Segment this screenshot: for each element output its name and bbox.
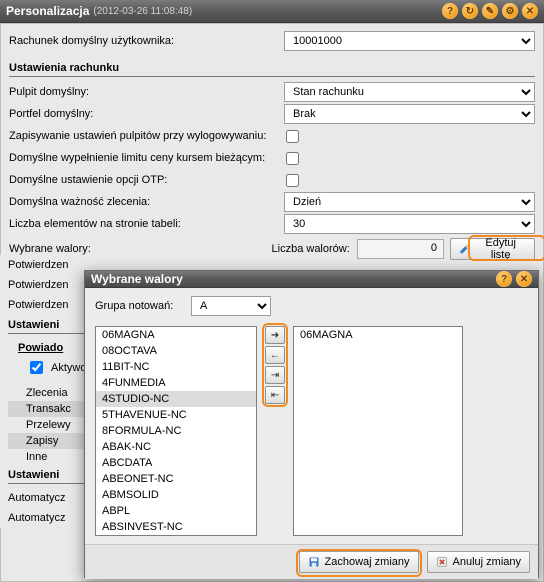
auto-row-1: Automatycz <box>8 488 84 508</box>
window-titlebar: Personalizacja (2012-03-26 11:08:48) ? ↻… <box>0 0 544 23</box>
edit-icon <box>459 243 470 255</box>
available-item[interactable]: 4STUDIO-NC <box>96 391 256 407</box>
settings-icon[interactable]: ⚙ <box>502 3 518 19</box>
cancel-changes-button[interactable]: Anuluj zmiany <box>427 551 530 573</box>
reload-icon[interactable]: ↻ <box>462 3 478 19</box>
aktywo-checkbox[interactable] <box>30 361 43 374</box>
save-changes-label: Zachowaj zmiany <box>325 556 410 568</box>
available-item[interactable]: ABPL <box>96 503 256 519</box>
available-item[interactable]: 5THAVENUE-NC <box>96 407 256 423</box>
dialog-close-icon[interactable]: ✕ <box>516 271 532 287</box>
available-item[interactable]: ABMSOLID <box>96 487 256 503</box>
otp-checkbox[interactable] <box>286 174 299 187</box>
confirm-row-2: Potwierdzen <box>8 275 84 295</box>
cancel-icon <box>436 556 448 568</box>
instrument-count-label: Liczba walorów: <box>272 243 358 255</box>
tool-icon[interactable]: ✎ <box>482 3 498 19</box>
save-icon <box>308 556 320 568</box>
save-views-checkbox[interactable] <box>286 130 299 143</box>
available-item[interactable]: ABSINVEST-NC <box>96 519 256 535</box>
available-item[interactable]: 11BIT-NC <box>96 359 256 375</box>
window-timestamp: (2012-03-26 11:08:48) <box>93 6 192 17</box>
available-item[interactable]: 08OCTAVA <box>96 343 256 359</box>
pulpit-label: Pulpit domyślny: <box>9 86 284 98</box>
mover-buttons: ➔ ← ⇥ ⇤ <box>265 326 285 536</box>
available-item[interactable]: 06MAGNA <box>96 327 256 343</box>
available-item[interactable]: 4FUNMEDIA <box>96 375 256 391</box>
otp-label: Domyślne ustawienie opcji OTP: <box>9 174 284 186</box>
dialog-help-icon[interactable]: ? <box>496 271 512 287</box>
page-size-label: Liczba elementów na stronie tabeli: <box>9 218 284 230</box>
selected-listbox[interactable]: 06MAGNA <box>293 326 463 536</box>
confirm-row-1: Potwierdzen <box>8 255 84 275</box>
available-listbox[interactable]: 06MAGNA08OCTAVA11BIT-NC4FUNMEDIA4STUDIO-… <box>95 326 257 536</box>
edit-list-label: Edytuj listę <box>475 237 526 261</box>
limit-fill-label: Domyślne wypełnienie limitu ceny kursem … <box>9 152 284 164</box>
selected-instruments-dialog: Wybrane walory ? ✕ Grupa notowań: A 06MA… <box>84 270 539 578</box>
notify-subtitle: Powiado <box>8 338 84 356</box>
selected-instruments-label: Wybrane walory: <box>9 243 272 255</box>
section-auto-clipped: Ustawieni <box>8 465 84 484</box>
move-left-button[interactable]: ← <box>265 346 285 364</box>
confirm-row-3: Potwierdzen <box>8 295 84 315</box>
portfel-select[interactable]: Brak <box>284 104 535 124</box>
default-account-select[interactable]: 10001000 <box>284 31 535 51</box>
limit-fill-checkbox[interactable] <box>286 152 299 165</box>
group-label: Grupa notowań: <box>95 300 191 312</box>
notify-item-1: Transakc <box>8 401 84 417</box>
default-account-label: Rachunek domyślny użytkownika: <box>9 35 284 47</box>
section-notify-clipped: Ustawieni <box>8 315 84 334</box>
cancel-changes-label: Anuluj zmiany <box>453 556 521 568</box>
available-item[interactable]: ABEONET-NC <box>96 471 256 487</box>
notify-item-0: Zlecenia <box>8 385 84 401</box>
available-item[interactable]: ABCDATA <box>96 455 256 471</box>
close-icon[interactable]: ✕ <box>522 3 538 19</box>
notify-item-2: Przelewy <box>8 417 84 433</box>
notify-item-4: Inne <box>8 449 84 465</box>
aktywo-label: Aktywo <box>51 362 86 374</box>
portfel-label: Portfel domyślny: <box>9 108 284 120</box>
selected-item[interactable]: 06MAGNA <box>294 327 462 343</box>
dialog-titlebar: Wybrane walory ? ✕ <box>85 271 538 288</box>
window-title: Personalizacja <box>6 4 89 18</box>
left-clipped-panel: Potwierdzen Potwierdzen Potwierdzen Usta… <box>0 255 84 528</box>
available-item[interactable]: ABAK-NC <box>96 439 256 455</box>
move-all-right-button[interactable]: ⇥ <box>265 366 285 384</box>
group-select[interactable]: A <box>191 296 271 316</box>
save-changes-button[interactable]: Zachowaj zmiany <box>299 551 419 573</box>
help-icon[interactable]: ? <box>442 3 458 19</box>
instrument-count-value: 0 <box>357 239 444 259</box>
notify-item-3: Zapisy <box>8 433 84 449</box>
save-views-label: Zapisywanie ustawień pulpitów przy wylog… <box>9 130 284 142</box>
page-size-select[interactable]: 30 <box>284 214 535 234</box>
move-all-left-button[interactable]: ⇤ <box>265 386 285 404</box>
move-right-button[interactable]: ➔ <box>265 326 285 344</box>
edit-list-button[interactable]: Edytuj listę <box>450 238 535 260</box>
section-account-title: Ustawienia rachunku <box>9 58 535 77</box>
dialog-title: Wybrane walory <box>91 272 183 286</box>
validity-select[interactable]: Dzień <box>284 192 535 212</box>
available-item[interactable]: 8FORMULA-NC <box>96 423 256 439</box>
validity-label: Domyślna ważność zlecenia: <box>9 196 284 208</box>
auto-row-2: Automatycz <box>8 508 84 528</box>
pulpit-select[interactable]: Stan rachunku <box>284 82 535 102</box>
